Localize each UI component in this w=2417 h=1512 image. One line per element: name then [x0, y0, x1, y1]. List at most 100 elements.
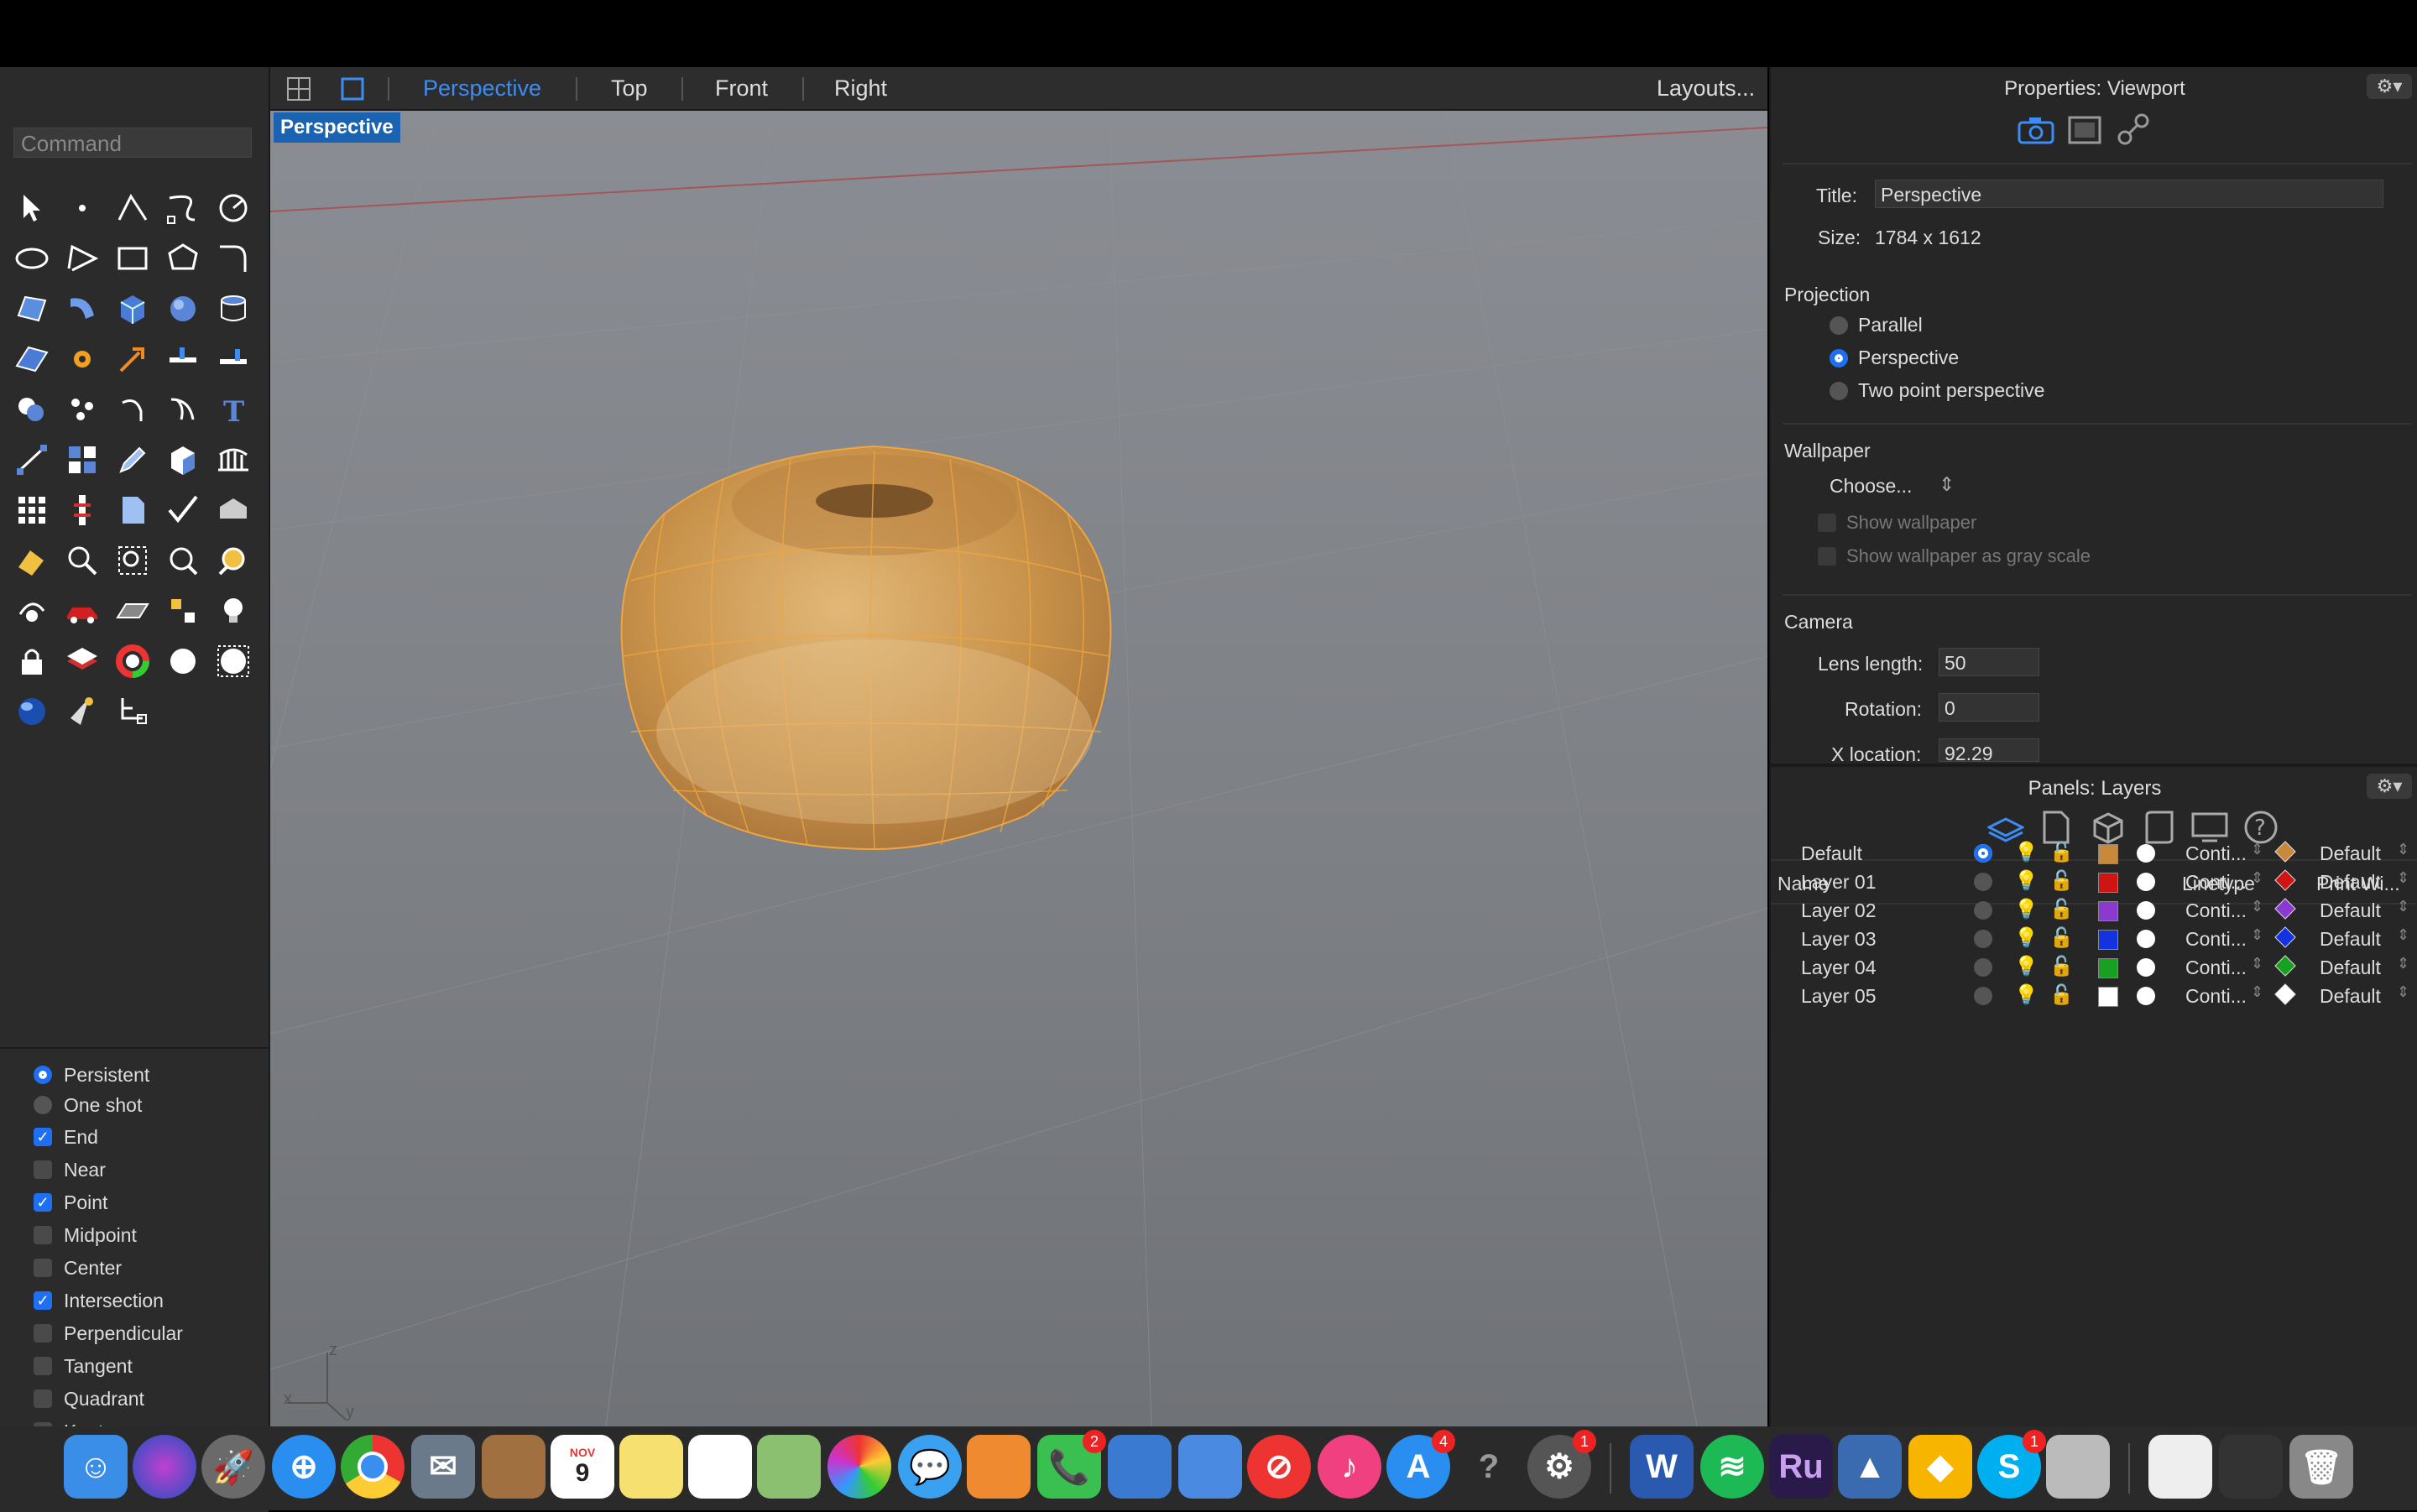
layer-row[interactable]: Layer 04 💡 🔓 Conti... ⇕ Default ⇕ — [1771, 953, 2417, 982]
projection-radio[interactable] — [1830, 348, 1848, 368]
array-icon[interactable] — [57, 435, 107, 485]
surface-icon[interactable] — [7, 284, 57, 334]
pages-icon[interactable] — [967, 1435, 1031, 1499]
layer-linetype[interactable]: Conti... — [2185, 842, 2247, 865]
chrome-icon[interactable] — [341, 1435, 405, 1499]
viewport-title-field[interactable]: Perspective — [1875, 180, 2383, 208]
layer-light-bulb-icon[interactable]: 💡 — [2014, 898, 2039, 920]
layer-light-bulb-icon[interactable]: 💡 — [2014, 955, 2039, 978]
named-views-icon[interactable] — [107, 586, 158, 636]
trim-icon[interactable] — [158, 334, 208, 384]
layer-current-radio[interactable] — [1974, 930, 1992, 948]
command-input[interactable]: Command — [13, 128, 252, 158]
osnap-checkbox[interactable] — [34, 1357, 52, 1375]
select-arrow-icon[interactable] — [7, 183, 57, 233]
osnap-persistent[interactable]: Persistent — [34, 1062, 149, 1087]
finder-icon[interactable]: ☺ — [64, 1435, 128, 1499]
music-icon[interactable]: ♪ — [1318, 1435, 1381, 1499]
properties-gear-icon[interactable]: ⚙▾ — [2367, 74, 2412, 99]
zoom-selected-icon[interactable] — [208, 535, 258, 586]
layer-material-icon[interactable] — [2137, 958, 2155, 977]
contacts-icon[interactable] — [482, 1435, 546, 1499]
one-shot-radio[interactable] — [34, 1096, 52, 1114]
boolean-union-icon[interactable] — [7, 384, 57, 435]
check-icon[interactable] — [158, 485, 208, 535]
sweep-icon[interactable] — [57, 284, 107, 334]
osnap-row[interactable]: Quadrant — [34, 1386, 144, 1411]
osnap-one-shot[interactable]: One shot — [34, 1092, 142, 1118]
layer-lock-icon[interactable]: 🔓 — [2049, 869, 2074, 892]
hierarchy-icon[interactable] — [107, 686, 158, 737]
osnap-checkbox[interactable]: ✓ — [34, 1193, 52, 1212]
osnap-checkbox[interactable] — [34, 1259, 52, 1277]
rotate-view-icon[interactable] — [7, 586, 57, 636]
layer-print-width[interactable]: Default — [2320, 871, 2381, 894]
pencil-icon[interactable] — [107, 435, 158, 485]
osnap-row[interactable]: Midpoint — [34, 1223, 137, 1248]
rhino-icon[interactable]: ▲ — [1838, 1435, 1902, 1499]
lock-icon[interactable] — [7, 636, 57, 686]
show-wallpaper-checkbox[interactable]: Show wallpaper — [1818, 512, 1976, 534]
arc-icon[interactable] — [57, 233, 107, 284]
rotate-icon[interactable] — [107, 384, 158, 435]
curve-icon[interactable] — [158, 183, 208, 233]
linetype-updown-icon[interactable]: ⇕ — [2251, 898, 2263, 915]
layer-color-swatch[interactable] — [2098, 930, 2118, 950]
layer-current-radio[interactable] — [1974, 958, 1992, 977]
rectangle-icon[interactable] — [107, 233, 158, 284]
text-icon[interactable]: T — [208, 384, 258, 435]
screenshot-stack-icon[interactable] — [2219, 1435, 2283, 1499]
layer-name[interactable]: Layer 04 — [1801, 957, 1877, 979]
safari-icon[interactable]: ⊕ — [272, 1435, 336, 1499]
pumpkin-object[interactable] — [620, 445, 1112, 851]
polyline-icon[interactable] — [107, 183, 158, 233]
circle-icon[interactable] — [208, 183, 258, 233]
layer-linetype[interactable]: Conti... — [2185, 899, 2247, 922]
layer-linetype[interactable]: Conti... — [2185, 871, 2247, 894]
layer-material-icon[interactable] — [2137, 987, 2155, 1005]
siri-icon[interactable] — [133, 1435, 196, 1499]
gear-tool-icon[interactable] — [57, 334, 107, 384]
maps-icon[interactable] — [757, 1435, 821, 1499]
sketch-icon[interactable]: ◆ — [1908, 1435, 1972, 1499]
grid-icon[interactable] — [7, 485, 57, 535]
persistent-radio[interactable] — [34, 1066, 52, 1084]
layer-print-color-diamond[interactable] — [2274, 841, 2296, 863]
layer-linetype[interactable]: Conti... — [2185, 928, 2247, 951]
layer-current-radio[interactable] — [1974, 873, 1992, 891]
dotted-circle-icon[interactable] — [208, 636, 258, 686]
tab-perspective[interactable]: Perspective — [423, 74, 541, 102]
layer-color-swatch[interactable] — [2098, 958, 2118, 978]
zoom-icon[interactable] — [57, 535, 107, 586]
osnap-checkbox[interactable] — [34, 1160, 52, 1179]
reminders-icon[interactable] — [688, 1435, 752, 1499]
layer-color-swatch[interactable] — [2098, 844, 2118, 864]
layer-print-width[interactable]: Default — [2320, 842, 2381, 865]
layer-print-color-diamond[interactable] — [2274, 926, 2296, 948]
dimension-icon[interactable] — [7, 435, 57, 485]
layer-lock-icon[interactable]: 🔓 — [2049, 926, 2074, 949]
osnap-checkbox[interactable]: ✓ — [34, 1291, 52, 1310]
notes-icon[interactable] — [619, 1435, 683, 1499]
premiere-rush-icon[interactable]: Ru — [1769, 1435, 1833, 1499]
linetype-updown-icon[interactable]: ⇕ — [2251, 955, 2263, 972]
osnap-row[interactable]: ✓ Point — [34, 1190, 107, 1215]
layer-current-radio[interactable] — [1974, 901, 1992, 920]
projection-option[interactable]: Perspective — [1830, 347, 1959, 369]
car-icon[interactable] — [57, 586, 107, 636]
layouts-button[interactable]: Layouts... — [1657, 74, 1755, 102]
layer-print-width[interactable]: Default — [2320, 985, 2381, 1008]
layer-color-swatch[interactable] — [2098, 987, 2118, 1007]
rotation-field[interactable]: 0 — [1939, 693, 2039, 722]
linetype-updown-icon[interactable]: ⇕ — [2251, 983, 2263, 1001]
material-sphere-icon[interactable] — [7, 686, 57, 737]
layer-lock-icon[interactable]: 🔓 — [2049, 983, 2074, 1006]
layer-print-width[interactable]: Default — [2320, 957, 2381, 979]
skype-icon[interactable]: S1 — [1977, 1430, 2046, 1499]
photos-icon[interactable] — [827, 1435, 891, 1499]
layer-material-icon[interactable] — [2137, 901, 2155, 920]
spotify-icon[interactable]: ≋ — [1700, 1435, 1764, 1499]
ellipse-icon[interactable] — [7, 233, 57, 284]
numbers-icon[interactable] — [1108, 1435, 1172, 1499]
osnap-row[interactable]: Near — [34, 1157, 106, 1182]
